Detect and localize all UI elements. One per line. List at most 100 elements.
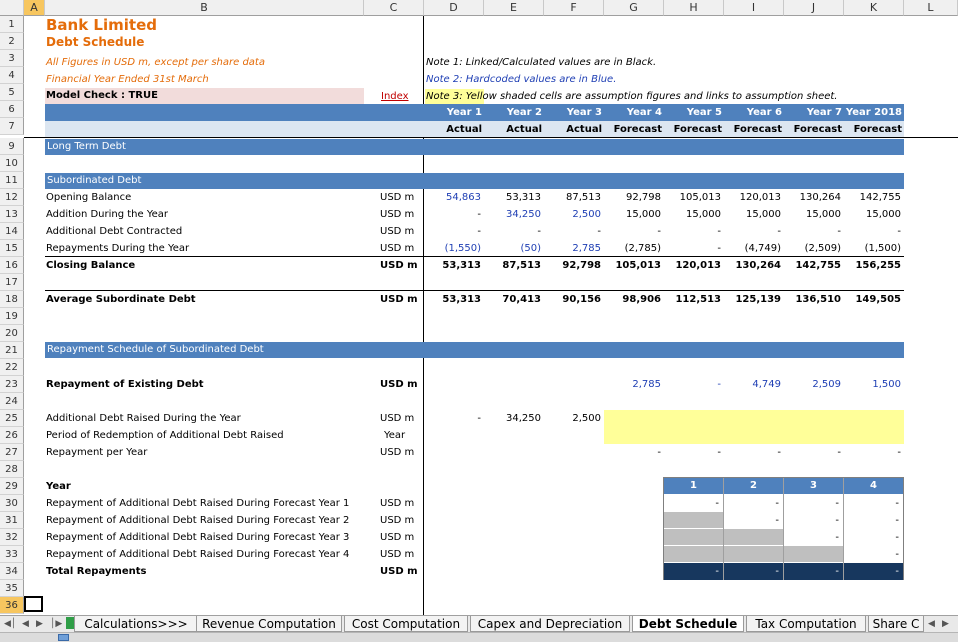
- column-header-d[interactable]: D: [424, 0, 484, 16]
- column-header-l[interactable]: L: [904, 0, 958, 16]
- company-title: Bank Limited: [46, 16, 157, 34]
- column-header-e[interactable]: E: [484, 0, 544, 16]
- row-header-15[interactable]: 15: [0, 240, 24, 257]
- row-header-28[interactable]: 28: [0, 461, 24, 478]
- unit-fy2: USD m: [380, 515, 415, 526]
- row-header-29[interactable]: 29: [0, 478, 24, 495]
- sheet-tab-capex-and-depreciation[interactable]: Capex and Depreciation: [470, 616, 630, 632]
- year-table-value-fy2: -: [835, 515, 839, 526]
- row-header-12[interactable]: 12: [0, 189, 24, 206]
- row-header-25[interactable]: 25: [0, 410, 24, 427]
- additional-raised-value: 2,500: [572, 413, 601, 424]
- column-header-f[interactable]: F: [544, 0, 604, 16]
- row-header-4[interactable]: 4: [0, 67, 24, 84]
- last-sheet-icon[interactable]: │▶: [50, 618, 62, 630]
- row-header-18[interactable]: 18: [0, 291, 24, 308]
- sheet-tab-calculations[interactable]: Calculations>>>: [74, 616, 198, 632]
- label-additional-raised: Additional Debt Raised During the Year: [46, 413, 241, 424]
- row-header-3[interactable]: 3: [0, 50, 24, 67]
- first-sheet-icon[interactable]: ◀│: [4, 618, 16, 630]
- active-cell-a36[interactable]: [24, 596, 43, 612]
- column-header-b[interactable]: B: [45, 0, 364, 16]
- row-header-33[interactable]: 33: [0, 546, 24, 563]
- tab-scroll-right-icon[interactable]: ▶: [942, 618, 949, 630]
- row-header-23[interactable]: 23: [0, 376, 24, 393]
- row-header-7[interactable]: 7: [0, 118, 24, 135]
- additional-contracted-value: -: [837, 226, 841, 237]
- sheet-tab-debt-schedule[interactable]: Debt Schedule: [632, 616, 744, 632]
- label-average-subordinate: Average Subordinate Debt: [46, 294, 196, 305]
- row-header-1[interactable]: 1: [0, 16, 24, 33]
- addition-value: 15,000: [746, 209, 781, 220]
- subordinated-debt-band: [45, 173, 904, 189]
- opening-value: 120,013: [739, 192, 781, 203]
- label-year: Year: [46, 481, 71, 492]
- row-header-20[interactable]: 20: [0, 325, 24, 342]
- row-header-27[interactable]: 27: [0, 444, 24, 461]
- column-header-a[interactable]: A: [24, 0, 45, 16]
- row-header-14[interactable]: 14: [0, 223, 24, 240]
- label-addition: Addition During the Year: [46, 209, 169, 220]
- label-opening-balance: Opening Balance: [46, 192, 132, 203]
- unit-opening: USD m: [380, 192, 415, 203]
- column-header-j[interactable]: J: [784, 0, 844, 16]
- select-all-corner[interactable]: [0, 0, 24, 16]
- repayments-value: (2,509): [804, 243, 841, 254]
- year-table-grey-cell: [724, 529, 783, 545]
- column-header-k[interactable]: K: [844, 0, 904, 16]
- repay-per-year-value: -: [657, 447, 661, 458]
- average-value: 112,513: [675, 294, 721, 305]
- average-value: 90,156: [562, 294, 601, 305]
- sheet-tab-share-c[interactable]: Share C: [868, 616, 924, 632]
- year-table-grey-cell: [724, 546, 783, 562]
- row-header-13[interactable]: 13: [0, 206, 24, 223]
- row-header-19[interactable]: 19: [0, 308, 24, 325]
- unit-total: USD m: [380, 566, 418, 577]
- next-sheet-icon[interactable]: ▶: [36, 618, 43, 630]
- type-header-8: Forecast: [853, 124, 902, 135]
- column-header-h[interactable]: H: [664, 0, 724, 16]
- sheet-tab-revenue-computation[interactable]: Revenue Computation: [196, 616, 342, 632]
- year-table-divider: [783, 478, 784, 580]
- unit-closing: USD m: [380, 260, 418, 271]
- year-table-value-fy1: -: [775, 498, 779, 509]
- row-header-5[interactable]: 5: [0, 84, 24, 101]
- unit-fy4: USD m: [380, 549, 415, 560]
- row-header-9[interactable]: 9: [0, 138, 24, 155]
- row-header-22[interactable]: 22: [0, 359, 24, 376]
- row-header-32[interactable]: 32: [0, 529, 24, 546]
- year-table-divider: [843, 478, 844, 580]
- row-header-17[interactable]: 17: [0, 274, 24, 291]
- sheet-tab-cost-computation[interactable]: Cost Computation: [344, 616, 468, 632]
- sheet-tab-tax-computation[interactable]: Tax Computation: [746, 616, 866, 632]
- repay-existing-value: 2,785: [632, 379, 661, 390]
- row-header-2[interactable]: 2: [0, 33, 24, 50]
- prev-sheet-icon[interactable]: ◀: [22, 618, 29, 630]
- row-header-30[interactable]: 30: [0, 495, 24, 512]
- row-header-16[interactable]: 16: [0, 257, 24, 274]
- tab-scroll-left-icon[interactable]: ◀: [928, 618, 935, 630]
- repayments-value: (1,500): [864, 243, 901, 254]
- row-header-21[interactable]: 21: [0, 342, 24, 359]
- unit-fy1: USD m: [380, 498, 415, 509]
- row-header-35[interactable]: 35: [0, 580, 24, 597]
- unit-period: Year: [384, 430, 406, 441]
- row-header-26[interactable]: 26: [0, 427, 24, 444]
- row-header-11[interactable]: 11: [0, 172, 24, 189]
- row-header-24[interactable]: 24: [0, 393, 24, 410]
- average-value: 70,413: [502, 294, 541, 305]
- note-3: Note 3: Yellow shaded cells are assumpti…: [426, 91, 838, 102]
- column-header-c[interactable]: C: [364, 0, 424, 16]
- column-header-g[interactable]: G: [604, 0, 664, 16]
- row-header-31[interactable]: 31: [0, 512, 24, 529]
- row-header-36[interactable]: 36: [0, 597, 24, 614]
- column-header-i[interactable]: I: [724, 0, 784, 16]
- row-header-6[interactable]: 6: [0, 101, 24, 118]
- index-link[interactable]: Index: [381, 88, 409, 105]
- row-header-34[interactable]: 34: [0, 563, 24, 580]
- row-header-10[interactable]: 10: [0, 155, 24, 172]
- year-table-divider: [723, 478, 724, 580]
- year-header-3: Year 3: [566, 107, 602, 118]
- addition-value: 2,500: [572, 209, 601, 220]
- repayments-value: 2,785: [572, 243, 601, 254]
